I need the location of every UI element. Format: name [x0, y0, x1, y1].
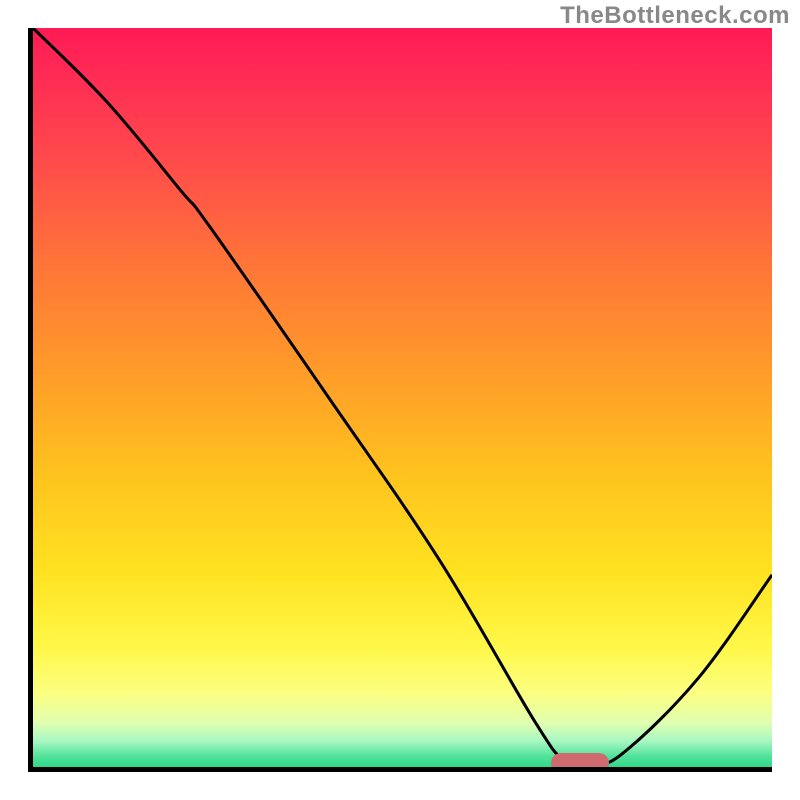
- optimal-marker: [551, 753, 609, 772]
- watermark-text: TheBottleneck.com: [560, 2, 790, 30]
- chart-plot-area: [28, 28, 772, 772]
- bottleneck-curve-path: [33, 28, 772, 765]
- chart-curve: [33, 28, 772, 767]
